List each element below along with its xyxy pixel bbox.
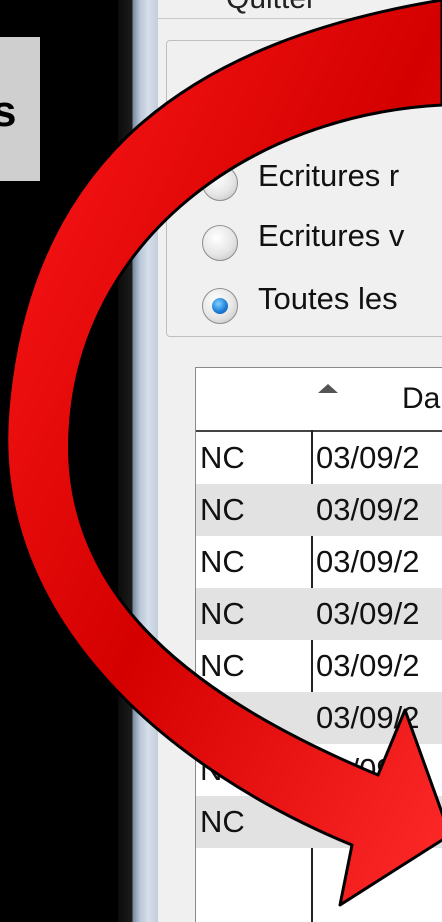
radio-ecritures-v[interactable] bbox=[202, 225, 238, 261]
cell-code: NC bbox=[200, 596, 245, 631]
cell-code: NC bbox=[200, 804, 245, 839]
cell-date: 03/09/2 bbox=[316, 700, 420, 735]
cell-date: 03/09/2 bbox=[316, 804, 420, 839]
window-frame bbox=[118, 0, 158, 922]
cell-code: NC bbox=[200, 544, 245, 579]
cell-code: NC bbox=[200, 440, 245, 475]
sort-ascending-icon[interactable] bbox=[318, 384, 338, 393]
table-row[interactable]: NC 03/09/2 bbox=[196, 536, 442, 588]
cell-date: 03/09/2 bbox=[316, 596, 420, 631]
cell-date: 03/09/2 bbox=[316, 648, 420, 683]
menu-item-quit[interactable]: Quitter bbox=[226, 0, 316, 16]
grid-header-date[interactable]: Da bbox=[402, 382, 440, 416]
radio-ecritures-r-label[interactable]: Ecritures r bbox=[258, 158, 399, 194]
gray-label-text: s bbox=[0, 87, 17, 136]
entries-grid[interactable]: Da NC 03/09/2 NC 03/09/2 NC 03/09/2 NC 0… bbox=[195, 367, 442, 922]
cell-date: 03/09/2 bbox=[316, 440, 420, 475]
cell-code: NC bbox=[200, 700, 245, 735]
radio-ecritures-r[interactable] bbox=[202, 165, 238, 201]
radio-toutes-label[interactable]: Toutes les bbox=[258, 281, 398, 317]
app-window: Quitter Ecritures r Ecritures v Toutes l… bbox=[158, 0, 442, 922]
table-row[interactable]: NC 03/09/2 bbox=[196, 588, 442, 640]
cell-date: 03/09/2 bbox=[316, 544, 420, 579]
cell-date: 03/09/2 bbox=[316, 752, 420, 787]
left-dark-panel: s bbox=[0, 0, 118, 922]
table-row[interactable]: NC 03/09/2 bbox=[196, 744, 442, 796]
cell-code: NC bbox=[200, 492, 245, 527]
radio-ecritures-v-label[interactable]: Ecritures v bbox=[258, 218, 404, 254]
table-row[interactable]: NC 03/09/2 bbox=[196, 796, 442, 848]
table-row[interactable]: NC 03/09/2 bbox=[196, 484, 442, 536]
grid-header: Da bbox=[196, 368, 442, 432]
radio-toutes[interactable] bbox=[202, 288, 238, 324]
table-row[interactable]: NC 03/09/2 bbox=[196, 640, 442, 692]
cell-code: NC bbox=[200, 752, 245, 787]
menubar: Quitter bbox=[158, 0, 442, 19]
cell-date: 03/09/2 bbox=[316, 492, 420, 527]
table-row[interactable]: NC 03/09/2 bbox=[196, 432, 442, 484]
table-row[interactable]: NC 03/09/2 bbox=[196, 692, 442, 744]
gray-label-box: s bbox=[0, 37, 40, 181]
cell-code: NC bbox=[200, 648, 245, 683]
